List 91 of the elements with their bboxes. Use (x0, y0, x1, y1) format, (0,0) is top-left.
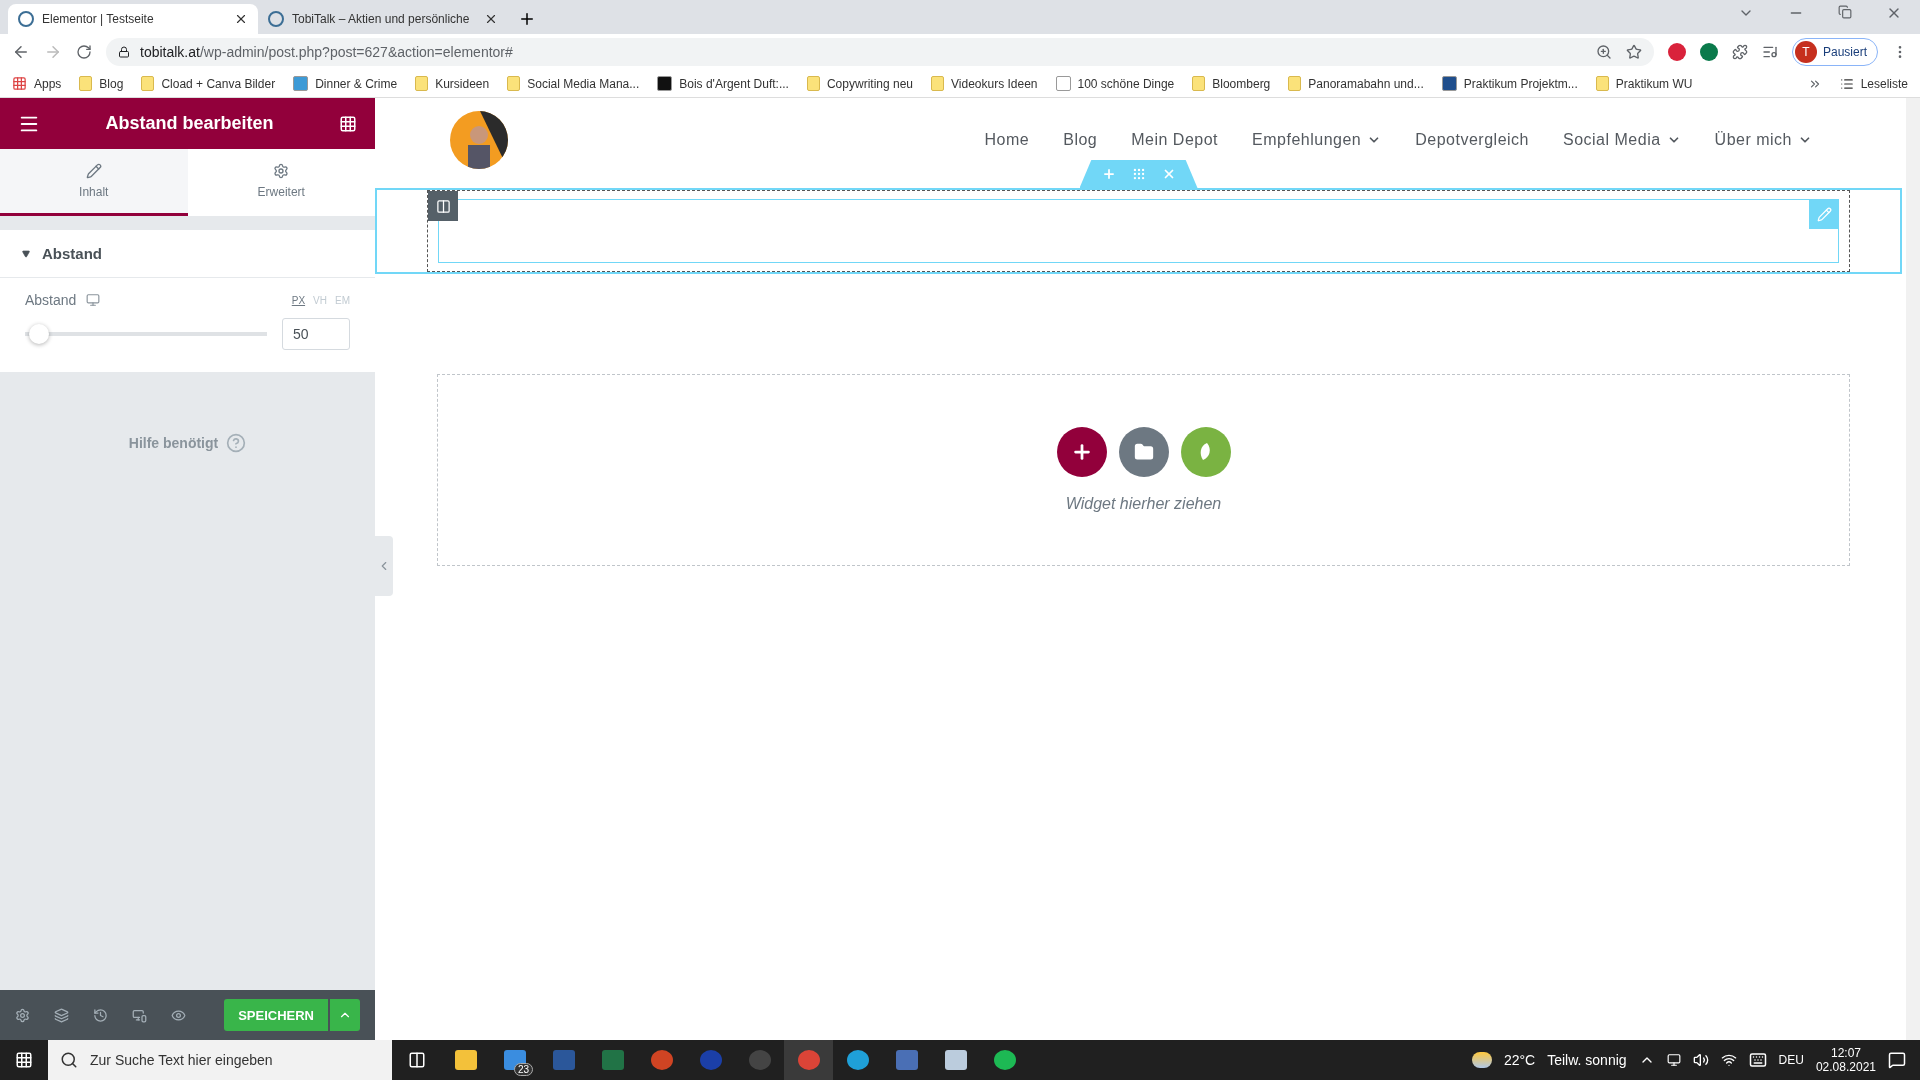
nav-link[interactable]: Blog (1063, 131, 1098, 149)
folder-icon (1133, 442, 1154, 462)
bookmark[interactable]: Praktikum Projektm... (1441, 76, 1578, 91)
pencil-icon (1816, 206, 1832, 222)
drag-icon (1131, 167, 1146, 181)
widgets-grid-icon[interactable] (339, 114, 357, 133)
list-icon (1839, 76, 1854, 91)
back-icon[interactable] (12, 43, 30, 61)
panel-tab[interactable]: Inhalt (0, 149, 188, 216)
bookmark-star-icon[interactable] (1625, 44, 1642, 60)
avatar-icon[interactable] (450, 111, 508, 169)
bookmark[interactable]: Cload + Canva Bilder (141, 76, 276, 91)
bookmark[interactable]: 100 schöne Dinge (1055, 76, 1175, 91)
pencil-icon (85, 163, 102, 179)
folder-icon (1595, 76, 1609, 91)
language-indicator[interactable]: DEU (1778, 1053, 1804, 1067)
bookmark[interactable]: Copywriting neu (806, 76, 913, 91)
close-icon[interactable] (484, 12, 498, 26)
weather-temperature[interactable]: 22°C (1503, 1052, 1536, 1068)
bookmark[interactable]: Kursideen (415, 76, 490, 91)
bookmark[interactable]: Social Media Mana... (507, 76, 640, 91)
slider-thumb[interactable] (29, 324, 50, 344)
columns-icon (435, 198, 451, 214)
folder-icon (79, 76, 93, 91)
bookmark[interactable]: Dinner & Crime (293, 76, 398, 91)
lock-icon (118, 46, 130, 58)
folder-icon (1288, 76, 1302, 91)
nav-link[interactable]: Empfehlungen (1252, 131, 1382, 149)
search-icon (60, 1051, 78, 1069)
bookmark[interactable]: Apps (12, 76, 62, 91)
panel-title: Abstand bearbeiten (105, 113, 274, 134)
task-view-icon (407, 1051, 426, 1069)
collapse-handle[interactable] (375, 536, 393, 596)
restore-icon[interactable] (1838, 5, 1852, 19)
unit-option[interactable]: PX (291, 294, 306, 306)
add-icon (1101, 167, 1116, 181)
template-button[interactable] (1118, 427, 1169, 477)
media-icon[interactable] (1761, 44, 1778, 60)
reading-list-button[interactable]: Leseliste (1839, 76, 1908, 91)
columns-button[interactable] (428, 191, 458, 221)
desktop-icon[interactable] (86, 293, 101, 307)
bookmark[interactable]: Videokurs Ideen (931, 76, 1038, 91)
gear-icon (273, 163, 290, 179)
preview-icon[interactable] (171, 1007, 186, 1023)
folder-icon (415, 76, 429, 91)
network-icon[interactable] (1720, 1052, 1737, 1068)
folder-icon (1192, 76, 1206, 91)
notifications-icon[interactable] (1888, 1051, 1906, 1069)
bookmark[interactable]: Praktikum WU (1595, 76, 1693, 91)
zoom-icon[interactable] (1595, 44, 1612, 60)
folder-icon (931, 76, 944, 91)
folder-icon (507, 76, 521, 91)
history-icon[interactable] (93, 1007, 108, 1023)
control-label: Abstand (25, 292, 77, 308)
nav-link[interactable]: Über mich (1714, 131, 1812, 149)
browser-tab[interactable]: Elementor | Testseite (8, 4, 258, 34)
scrollbar[interactable] (1906, 98, 1920, 1040)
nav-link[interactable]: Depotvergleich (1415, 131, 1529, 149)
nav-link[interactable]: Mein Depot (1131, 131, 1219, 149)
reload-icon[interactable] (76, 44, 92, 60)
caret-icon (22, 249, 30, 258)
clock[interactable]: 12:07 02.08.2021 (1815, 1046, 1876, 1074)
url-text: tobitalk.at/wp-admin/post.php?post=627&action=elementor# (140, 44, 513, 60)
settings-icon[interactable] (15, 1007, 30, 1023)
drop-zone[interactable]: Widget hierher ziehen (437, 374, 1850, 566)
folder-icon (806, 76, 820, 91)
nav-link[interactable]: Social Media (1563, 131, 1681, 149)
folder-icon (141, 76, 155, 91)
notification-badge: 23 (513, 1063, 533, 1076)
responsive-icon[interactable] (132, 1007, 147, 1023)
browser-tab[interactable]: TobiTalk – Aktien und persönliche (258, 4, 508, 34)
bookmark[interactable]: Bois d'Argent Duft:... (657, 76, 789, 91)
address-field[interactable]: tobitalk.at/wp-admin/post.php?post=627&action=elementor# (106, 38, 1654, 66)
layers-icon[interactable] (54, 1007, 69, 1023)
bookmark[interactable]: Bloomberg (1192, 76, 1271, 91)
volume-icon[interactable] (1692, 1052, 1709, 1068)
number-field[interactable]: 50 (282, 318, 350, 350)
drop-hint: Widget hierher ziehen (1065, 495, 1222, 513)
weather-text[interactable]: Teilw. sonnig (1547, 1052, 1627, 1068)
bookmark[interactable]: Panoramabahn und... (1288, 76, 1424, 91)
apps-icon (12, 76, 27, 91)
weather-icon[interactable] (1471, 1052, 1492, 1068)
bookmark[interactable]: Blog (79, 76, 124, 91)
taskbar-search-field[interactable]: Zur Suche Text hier eingeben (48, 1040, 392, 1080)
help-icon (226, 433, 247, 453)
nav-link[interactable]: Home (984, 131, 1030, 149)
close-icon[interactable] (234, 12, 248, 26)
add-section-button[interactable] (1056, 427, 1107, 477)
new-tab-icon[interactable] (518, 10, 536, 28)
extensions-icon[interactable] (1731, 44, 1748, 60)
keyboard-icon[interactable] (1748, 1051, 1767, 1069)
